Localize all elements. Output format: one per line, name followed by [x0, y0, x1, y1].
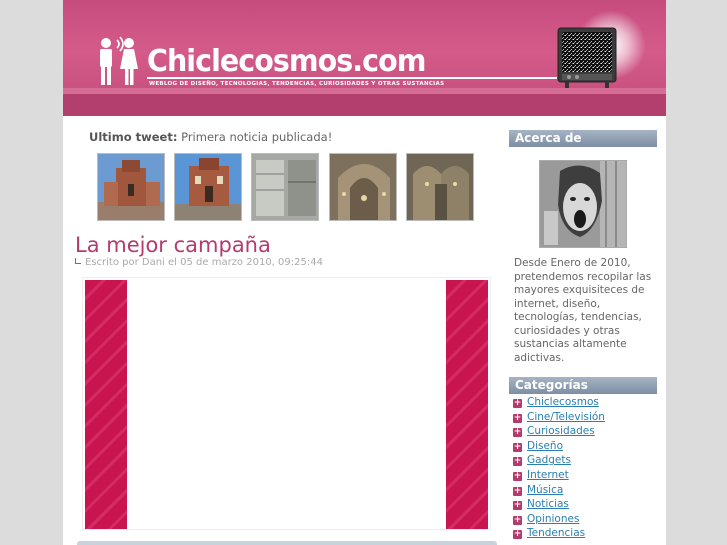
tweet-label: Ultimo tweet:	[89, 130, 178, 144]
site-title[interactable]: Chiclecosmos.com	[147, 44, 426, 79]
expand-plus-icon[interactable]: +	[513, 457, 522, 467]
category-item[interactable]: + Curiosidades	[513, 424, 605, 439]
post-meta: Escrito por Dani el 05 de marzo 2010, 09…	[75, 257, 323, 268]
page: Chiclecosmos.com WEBLOG DE DISEÑO, TECNO…	[63, 0, 666, 545]
gallery-thumbnail[interactable]	[329, 153, 397, 221]
category-link[interactable]: Curiosidades	[527, 425, 595, 437]
category-link[interactable]: Internet	[527, 469, 569, 481]
television-icon	[557, 27, 617, 88]
category-link[interactable]: Cine/Televisión	[527, 411, 605, 423]
category-link[interactable]: Tendencias	[527, 527, 585, 539]
category-list: + Chiclecosmos + Cine/Televisión + Curiosidad…	[513, 395, 605, 541]
category-item[interactable]: + Música	[513, 483, 605, 498]
category-item[interactable]: + Diseño	[513, 439, 605, 454]
category-item[interactable]: + Tendencias	[513, 526, 605, 541]
category-item[interactable]: + Opiniones	[513, 512, 605, 527]
tweet-text[interactable]: Primera noticia publicada!	[181, 130, 332, 144]
expand-plus-icon[interactable]: +	[513, 442, 522, 452]
category-link[interactable]: Diseño	[527, 440, 563, 452]
video-stripe-left	[85, 280, 127, 529]
category-link[interactable]: Gadgets	[527, 454, 571, 466]
comment-arrow-icon	[75, 258, 81, 264]
category-item[interactable]: + Internet	[513, 468, 605, 483]
category-item[interactable]: + Chiclecosmos	[513, 395, 605, 410]
post-meta-text: Escrito por Dani el 05 de marzo 2010, 09…	[85, 257, 323, 268]
about-text: Desde Enero de 2010, pretendemos recopil…	[514, 257, 652, 364]
expand-plus-icon[interactable]: +	[513, 501, 522, 511]
category-link[interactable]: Música	[527, 484, 563, 496]
category-link[interactable]: Noticias	[527, 498, 569, 510]
category-link[interactable]: Chiclecosmos	[527, 396, 599, 408]
expand-plus-icon[interactable]: +	[513, 515, 522, 525]
expand-plus-icon[interactable]: +	[513, 399, 522, 408]
people-logo-icon	[100, 36, 138, 85]
about-photo	[539, 160, 627, 248]
expand-plus-icon[interactable]: +	[513, 428, 522, 438]
category-item[interactable]: + Cine/Televisión	[513, 410, 605, 425]
next-post-bar	[77, 541, 497, 545]
site-header: Chiclecosmos.com WEBLOG DE DISEÑO, TECNO…	[63, 0, 666, 116]
latest-tweet: Ultimo tweet: Primera noticia publicada!	[89, 130, 332, 144]
gallery-thumbnail[interactable]	[174, 153, 242, 221]
gallery-thumbnail[interactable]	[97, 153, 165, 221]
expand-plus-icon[interactable]: +	[513, 413, 522, 423]
embedded-video[interactable]	[82, 277, 491, 530]
gallery-thumbnail[interactable]	[251, 153, 319, 221]
category-link[interactable]: Opiniones	[527, 513, 579, 525]
categories-heading: Categorías	[509, 377, 657, 394]
expand-plus-icon[interactable]: +	[513, 486, 522, 496]
site-tagline: WEBLOG DE DISEÑO, TECNOLOGIAS, TENDENCIA…	[149, 81, 445, 87]
gallery-thumbnail[interactable]	[406, 153, 474, 221]
about-heading: Acerca de	[509, 130, 657, 147]
expand-plus-icon[interactable]: +	[513, 471, 522, 481]
category-item[interactable]: + Noticias	[513, 497, 605, 512]
video-stripe-right	[446, 280, 488, 529]
post-title[interactable]: La mejor campaña	[75, 233, 271, 257]
category-item[interactable]: + Gadgets	[513, 453, 605, 468]
title-divider	[147, 77, 557, 79]
expand-plus-icon[interactable]: +	[513, 530, 522, 540]
